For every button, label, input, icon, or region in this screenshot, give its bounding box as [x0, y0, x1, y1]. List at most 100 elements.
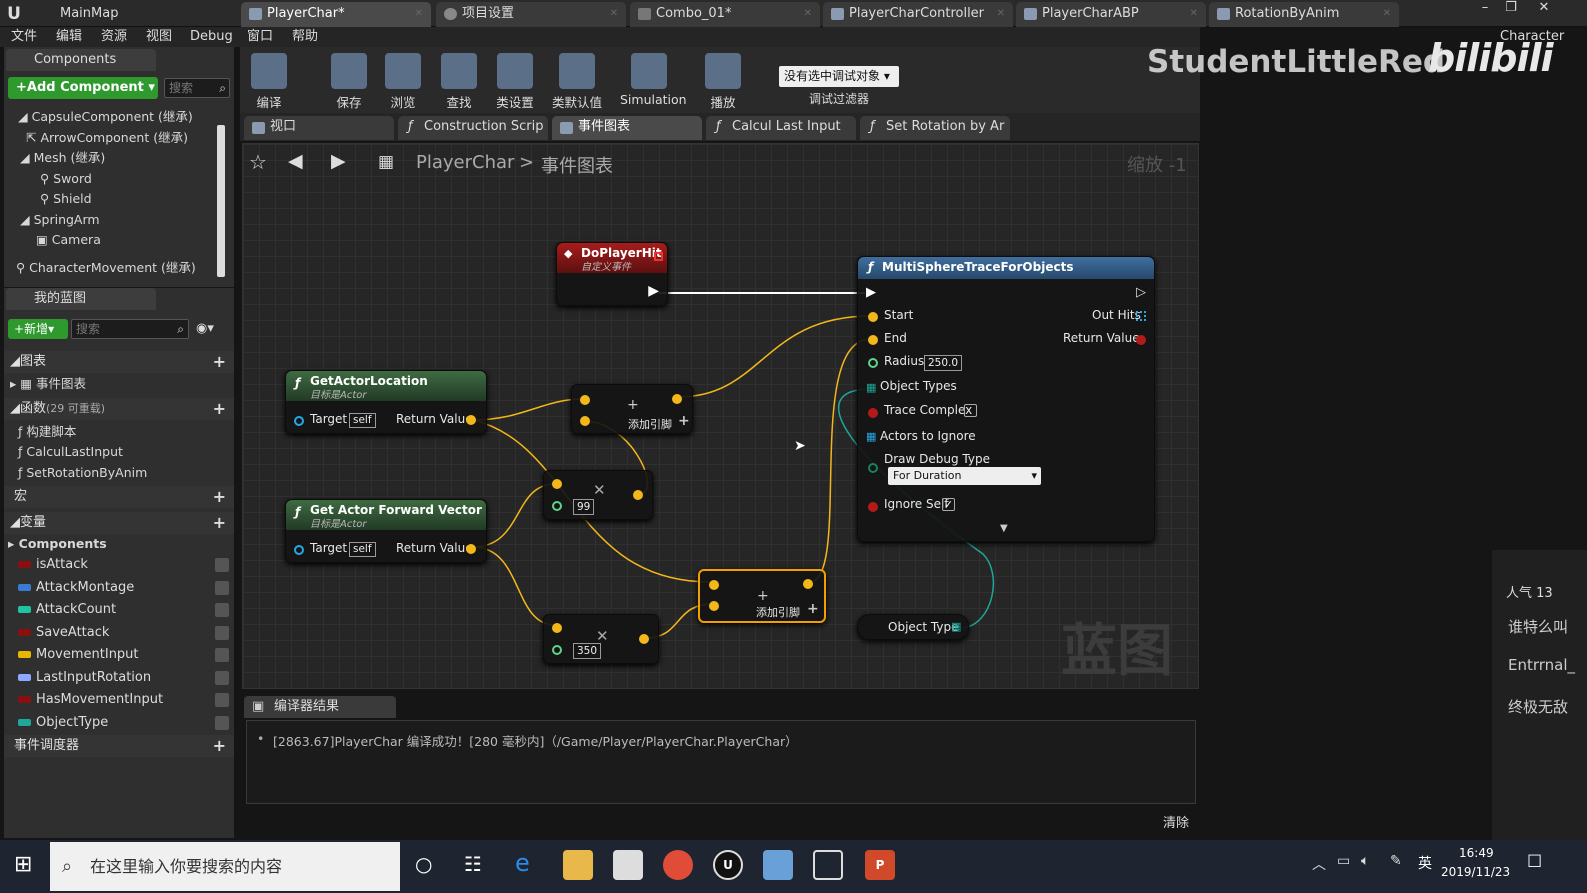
- tree-camera[interactable]: ▣ Camera: [36, 230, 101, 250]
- clock-date[interactable]: 2019/11/23: [1441, 865, 1510, 879]
- self-box[interactable]: self: [349, 542, 376, 557]
- tab-playercharabp[interactable]: PlayerCharABP ✕: [1016, 2, 1206, 27]
- task-view-icon[interactable]: ☷: [464, 852, 482, 876]
- minimize-icon[interactable]: –: [1473, 0, 1497, 18]
- add-pin-icon[interactable]: +: [807, 601, 819, 617]
- end-pin[interactable]: [868, 335, 878, 345]
- input-pin[interactable]: [709, 601, 719, 611]
- class-defaults-button[interactable]: 类默认值: [548, 49, 606, 111]
- add-pin-label[interactable]: 添加引脚: [628, 416, 672, 432]
- return-pin[interactable]: [1136, 335, 1146, 345]
- visibility-eye-icon[interactable]: [215, 693, 229, 707]
- windows-start-icon[interactable]: ⊞: [14, 852, 32, 877]
- output-pin[interactable]: [633, 490, 643, 500]
- return-pin[interactable]: [466, 415, 476, 425]
- components-scrollbar[interactable]: [217, 125, 225, 277]
- actors-ignore-pin[interactable]: ▦: [866, 430, 876, 443]
- save-button[interactable]: 保存: [320, 49, 378, 111]
- menu-window[interactable]: 窗口: [247, 27, 273, 47]
- taskbar-search-input[interactable]: ⌕ 在这里输入你要搜索的内容: [50, 842, 400, 891]
- tab-construction-script[interactable]: ƒ Construction Scrip: [398, 116, 548, 140]
- trace-complex-pin[interactable]: [868, 408, 878, 418]
- ignore-self-pin[interactable]: [868, 502, 878, 512]
- node-getactorlocation[interactable]: GetActorLocation 目标是Actor ƒ Target self …: [285, 370, 487, 434]
- functions-section[interactable]: ◢函数(29 可重载) +: [4, 398, 234, 420]
- menu-view[interactable]: 视图: [146, 27, 172, 47]
- tab-mainmap[interactable]: MainMap: [52, 2, 232, 27]
- tab-playerchar[interactable]: PlayerChar* ✕: [241, 2, 431, 27]
- debug-object-dropdown[interactable]: 没有选中调试对象 ▾: [779, 66, 899, 87]
- variable-row[interactable]: AttackCount: [4, 599, 234, 621]
- tree-mesh[interactable]: ◢ Mesh (继承): [20, 148, 105, 168]
- multiplier-value[interactable]: 350: [573, 643, 602, 659]
- variable-row[interactable]: HasMovementInput: [4, 689, 234, 711]
- add-pin-icon[interactable]: +: [678, 413, 690, 429]
- browse-button[interactable]: 浏览: [374, 49, 432, 111]
- log-line[interactable]: [2863.67]PlayerChar 编译成功！[280 毫秒内]（/Game…: [273, 731, 798, 750]
- ime-indicator[interactable]: 英: [1418, 853, 1432, 873]
- add-pin-label[interactable]: 添加引脚: [756, 604, 800, 620]
- clock-time[interactable]: 16:49: [1459, 846, 1494, 860]
- close-window-icon[interactable]: ✕: [1532, 0, 1556, 18]
- function-item[interactable]: ƒ 构建脚本: [18, 422, 76, 442]
- volume-icon[interactable]: 🔈︎: [1361, 853, 1369, 869]
- compiler-results-tab[interactable]: ▣ 编译器结果: [244, 696, 396, 718]
- variable-row[interactable]: AttackMontage: [4, 577, 234, 599]
- visibility-eye-icon[interactable]: [215, 648, 229, 662]
- chrome-icon[interactable]: [663, 850, 693, 880]
- node-add-vector-2[interactable]: + 添加引脚 +: [698, 569, 826, 623]
- graphs-section[interactable]: ◢图表 +: [4, 351, 234, 373]
- out-hits-pin[interactable]: [1136, 311, 1146, 321]
- function-item[interactable]: ƒ SetRotationByAnim: [18, 463, 147, 483]
- tab-event-graph[interactable]: 事件图表: [552, 116, 702, 140]
- compile-button[interactable]: 编译: [240, 49, 298, 111]
- clear-button[interactable]: 清除: [1163, 812, 1189, 831]
- array-pin[interactable]: ▦: [951, 620, 961, 633]
- maximize-icon[interactable]: ❐: [1499, 0, 1523, 18]
- menu-asset[interactable]: 资源: [101, 27, 127, 47]
- macros-section[interactable]: 宏 +: [4, 486, 234, 508]
- variable-row[interactable]: isAttack: [4, 554, 234, 576]
- add-graph-icon[interactable]: +: [213, 351, 226, 373]
- tree-sword[interactable]: ⚲ Sword: [40, 169, 92, 189]
- close-icon[interactable]: ✕: [1383, 2, 1391, 26]
- visibility-eye-icon[interactable]: [215, 715, 229, 730]
- dispatchers-section[interactable]: 事件调度器 +: [4, 735, 234, 757]
- app-icon[interactable]: [763, 850, 793, 880]
- tree-shield[interactable]: ⚲ Shield: [40, 189, 92, 209]
- close-icon[interactable]: ✕: [610, 2, 618, 26]
- add-variable-icon[interactable]: +: [213, 512, 226, 534]
- unreal-engine-icon[interactable]: U: [713, 850, 743, 880]
- exec-out-pin[interactable]: ▶: [648, 283, 659, 299]
- node-doplayerhit[interactable]: DoPlayerHit 自定义事件 ◆ ▶: [556, 242, 668, 306]
- draw-debug-dropdown[interactable]: For Duration ▾: [888, 467, 1041, 485]
- multiplier-value[interactable]: 99: [573, 499, 595, 515]
- network-icon[interactable]: ▭: [1337, 853, 1350, 869]
- add-component-button[interactable]: +Add Component ▾: [8, 77, 158, 99]
- menu-help[interactable]: 帮助: [292, 27, 318, 47]
- visibility-eye-icon[interactable]: [215, 670, 229, 685]
- tree-capsule[interactable]: ◢ CapsuleComponent (继承): [18, 107, 193, 127]
- close-icon[interactable]: ✕: [415, 2, 423, 26]
- tree-arrow[interactable]: ⇱ ArrowComponent (继承): [26, 128, 188, 148]
- event-graph-canvas[interactable]: ☆ ◀ ▶ ▦ PlayerChar > 事件图表 缩放 -1 DoPlayer…: [242, 143, 1199, 689]
- output-pin[interactable]: [672, 394, 682, 404]
- whiteboard-icon[interactable]: [813, 850, 843, 880]
- input-pin[interactable]: [580, 395, 590, 405]
- trace-complex-checkbox[interactable]: [964, 404, 977, 417]
- target-pin[interactable]: [294, 545, 304, 555]
- draw-debug-pin[interactable]: [868, 463, 878, 473]
- exec-out-pin[interactable]: ▷: [1136, 285, 1146, 300]
- self-box[interactable]: self: [349, 413, 376, 428]
- expand-arrow-icon[interactable]: ▼: [1000, 523, 1008, 534]
- delegate-pin[interactable]: [654, 252, 663, 261]
- visibility-eye-icon[interactable]: ◉▾: [196, 321, 214, 336]
- store-icon[interactable]: [613, 850, 643, 880]
- visibility-eye-icon[interactable]: [215, 558, 229, 572]
- close-icon[interactable]: ✕: [997, 2, 1005, 26]
- node-multiply-99[interactable]: 99 ✕: [543, 470, 653, 520]
- tab-playercharcontroller[interactable]: PlayerCharController ✕: [823, 2, 1013, 27]
- components-search-input[interactable]: 搜索 ⌕: [164, 78, 230, 98]
- node-add-vector-1[interactable]: + 添加引脚 +: [571, 384, 693, 434]
- output-pin[interactable]: [639, 634, 649, 644]
